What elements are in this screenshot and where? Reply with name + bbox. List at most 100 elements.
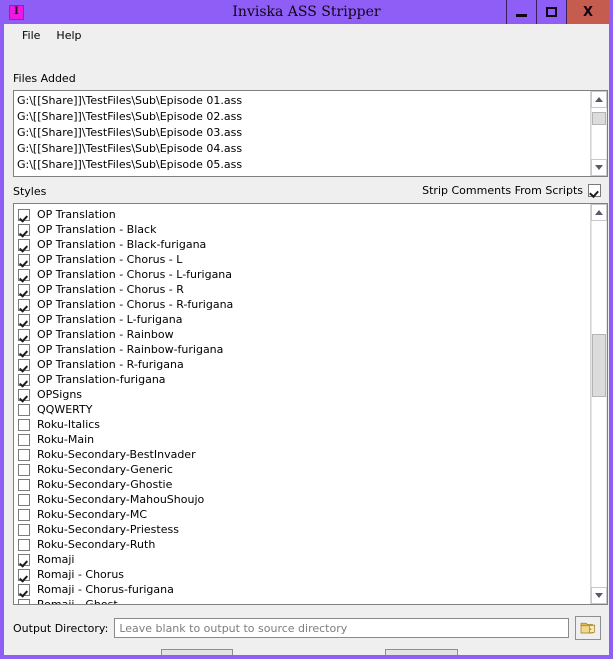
begin-button[interactable]: Begin xyxy=(385,649,458,655)
style-checkbox[interactable] xyxy=(18,388,30,401)
clear-list-button[interactable]: Clear List xyxy=(161,649,233,655)
style-list-item[interactable]: Roku-Secondary-Ghostie xyxy=(18,477,590,492)
file-list-item[interactable]: G:\[[Share]]\TestFiles\Sub\Episode 03.as… xyxy=(17,125,590,141)
style-list-item[interactable]: Roku-Secondary-Priestess xyxy=(18,522,590,537)
scroll-up-button[interactable] xyxy=(591,204,607,221)
folder-icon xyxy=(580,622,595,634)
style-list-item[interactable]: OP Translation - Chorus - R-furigana xyxy=(18,297,590,312)
styles-label: Styles xyxy=(13,185,47,198)
style-list-item[interactable]: Roku-Main xyxy=(18,432,590,447)
style-checkbox[interactable] xyxy=(18,208,30,221)
style-list-item[interactable]: OP Translation - Chorus - L xyxy=(18,252,590,267)
files-list-scrollbar[interactable] xyxy=(590,91,607,176)
style-list-item[interactable]: OP Translation - L-furigana xyxy=(18,312,590,327)
chevron-down-icon xyxy=(595,593,603,598)
style-list-item[interactable]: OP Translation - Black-furigana xyxy=(18,237,590,252)
maximize-button[interactable] xyxy=(536,0,566,24)
style-checkbox[interactable] xyxy=(18,343,30,356)
style-checkbox[interactable] xyxy=(18,508,30,521)
style-checkbox[interactable] xyxy=(18,463,30,476)
minimize-button[interactable] xyxy=(506,0,536,24)
file-list-item[interactable]: G:\[[Share]]\TestFiles\Sub\Episode 04.as… xyxy=(17,141,590,157)
styles-list-scrollbar[interactable] xyxy=(590,204,607,604)
styles-list[interactable]: OP Translation OP Translation - Black OP T… xyxy=(13,203,608,605)
style-checkbox[interactable] xyxy=(18,268,30,281)
style-checkbox[interactable] xyxy=(18,553,30,566)
window-controls: X xyxy=(506,0,609,24)
style-checkbox[interactable] xyxy=(18,373,30,386)
style-checkbox[interactable] xyxy=(18,238,30,251)
application-window: I Inviska ASS Stripper X File Help Files… xyxy=(0,0,613,659)
style-list-item[interactable]: Romaji - Ghost xyxy=(18,597,590,604)
style-list-item[interactable]: Roku-Secondary-BestInvader xyxy=(18,447,590,462)
style-checkbox[interactable] xyxy=(18,493,30,506)
style-label: Roku-Secondary-Generic xyxy=(37,463,173,476)
style-list-item[interactable]: OP Translation-furigana xyxy=(18,372,590,387)
style-label: Roku-Secondary-MC xyxy=(37,508,148,521)
menu-item-help[interactable]: Help xyxy=(48,27,89,44)
browse-folder-button[interactable] xyxy=(575,616,601,640)
style-list-item[interactable]: OP Translation - Chorus - L-furigana xyxy=(18,267,590,282)
style-checkbox[interactable] xyxy=(18,598,30,604)
style-checkbox[interactable] xyxy=(18,313,30,326)
style-label: OP Translation - Chorus - R xyxy=(37,283,184,296)
strip-comments-row[interactable]: Strip Comments From Scripts xyxy=(422,184,601,197)
style-checkbox[interactable] xyxy=(18,358,30,371)
style-checkbox[interactable] xyxy=(18,298,30,311)
style-list-item[interactable]: Roku-Secondary-Ruth xyxy=(18,537,590,552)
style-checkbox[interactable] xyxy=(18,223,30,236)
style-list-item[interactable]: OP Translation - Rainbow-furigana xyxy=(18,342,590,357)
style-label: Roku-Secondary-MahouShoujo xyxy=(37,493,205,506)
style-label: Roku-Secondary-Priestess xyxy=(37,523,179,536)
scroll-down-button[interactable] xyxy=(591,159,607,176)
maximize-icon xyxy=(546,7,557,17)
scroll-track[interactable] xyxy=(591,221,607,587)
style-list-item[interactable]: OP Translation - R-furigana xyxy=(18,357,590,372)
files-added-list[interactable]: G:\[[Share]]\TestFiles\Sub\Episode 01.as… xyxy=(13,90,608,177)
strip-comments-label: Strip Comments From Scripts xyxy=(422,184,583,197)
style-label: Roku-Main xyxy=(37,433,95,446)
style-list-item[interactable]: Romaji xyxy=(18,552,590,567)
style-list-item[interactable]: Roku-Italics xyxy=(18,417,590,432)
style-list-item[interactable]: OPSigns xyxy=(18,387,590,402)
style-checkbox[interactable] xyxy=(18,523,30,536)
style-checkbox[interactable] xyxy=(18,328,30,341)
file-list-item[interactable]: G:\[[Share]]\TestFiles\Sub\Episode 05.as… xyxy=(17,157,590,173)
style-checkbox[interactable] xyxy=(18,568,30,581)
scroll-down-button[interactable] xyxy=(591,587,607,604)
style-checkbox[interactable] xyxy=(18,253,30,266)
menu-item-file[interactable]: File xyxy=(14,27,48,44)
style-checkbox[interactable] xyxy=(18,478,30,491)
scroll-thumb[interactable] xyxy=(592,334,606,397)
style-list-item[interactable]: OP Translation - Black xyxy=(18,222,590,237)
style-list-item[interactable]: Romaji - Chorus-furigana xyxy=(18,582,590,597)
strip-comments-checkbox[interactable] xyxy=(588,184,601,197)
style-list-item[interactable]: OP Translation xyxy=(18,207,590,222)
file-list-item[interactable]: G:\[[Share]]\TestFiles\Sub\Episode 02.as… xyxy=(17,109,590,125)
scroll-thumb[interactable] xyxy=(592,112,606,126)
style-list-item[interactable]: OP Translation - Rainbow xyxy=(18,327,590,342)
style-label: Roku-Secondary-Ghostie xyxy=(37,478,173,491)
close-button[interactable]: X xyxy=(566,0,609,24)
style-label: OP Translation - Rainbow xyxy=(37,328,174,341)
style-list-item[interactable]: OP Translation - Chorus - R xyxy=(18,282,590,297)
file-list-item[interactable]: G:\[[Share]]\TestFiles\Sub\Episode 01.as… xyxy=(17,93,590,109)
style-checkbox[interactable] xyxy=(18,403,30,416)
style-checkbox[interactable] xyxy=(18,283,30,296)
style-checkbox[interactable] xyxy=(18,448,30,461)
style-checkbox[interactable] xyxy=(18,433,30,446)
chevron-up-icon xyxy=(595,210,603,215)
output-directory-input[interactable] xyxy=(114,618,569,638)
style-list-item[interactable]: Roku-Secondary-MahouShoujo xyxy=(18,492,590,507)
style-list-item[interactable]: Roku-Secondary-MC xyxy=(18,507,590,522)
style-list-item[interactable]: Roku-Secondary-Generic xyxy=(18,462,590,477)
style-checkbox[interactable] xyxy=(18,538,30,551)
scroll-track[interactable] xyxy=(591,108,607,159)
style-list-item[interactable]: QQWERTY xyxy=(18,402,590,417)
style-label: OP Translation - Chorus - R-furigana xyxy=(37,298,234,311)
style-checkbox[interactable] xyxy=(18,418,30,431)
style-checkbox[interactable] xyxy=(18,583,30,596)
style-list-item[interactable]: Romaji - Chorus xyxy=(18,567,590,582)
menu-bar: File Help xyxy=(4,24,609,46)
scroll-up-button[interactable] xyxy=(591,91,607,108)
